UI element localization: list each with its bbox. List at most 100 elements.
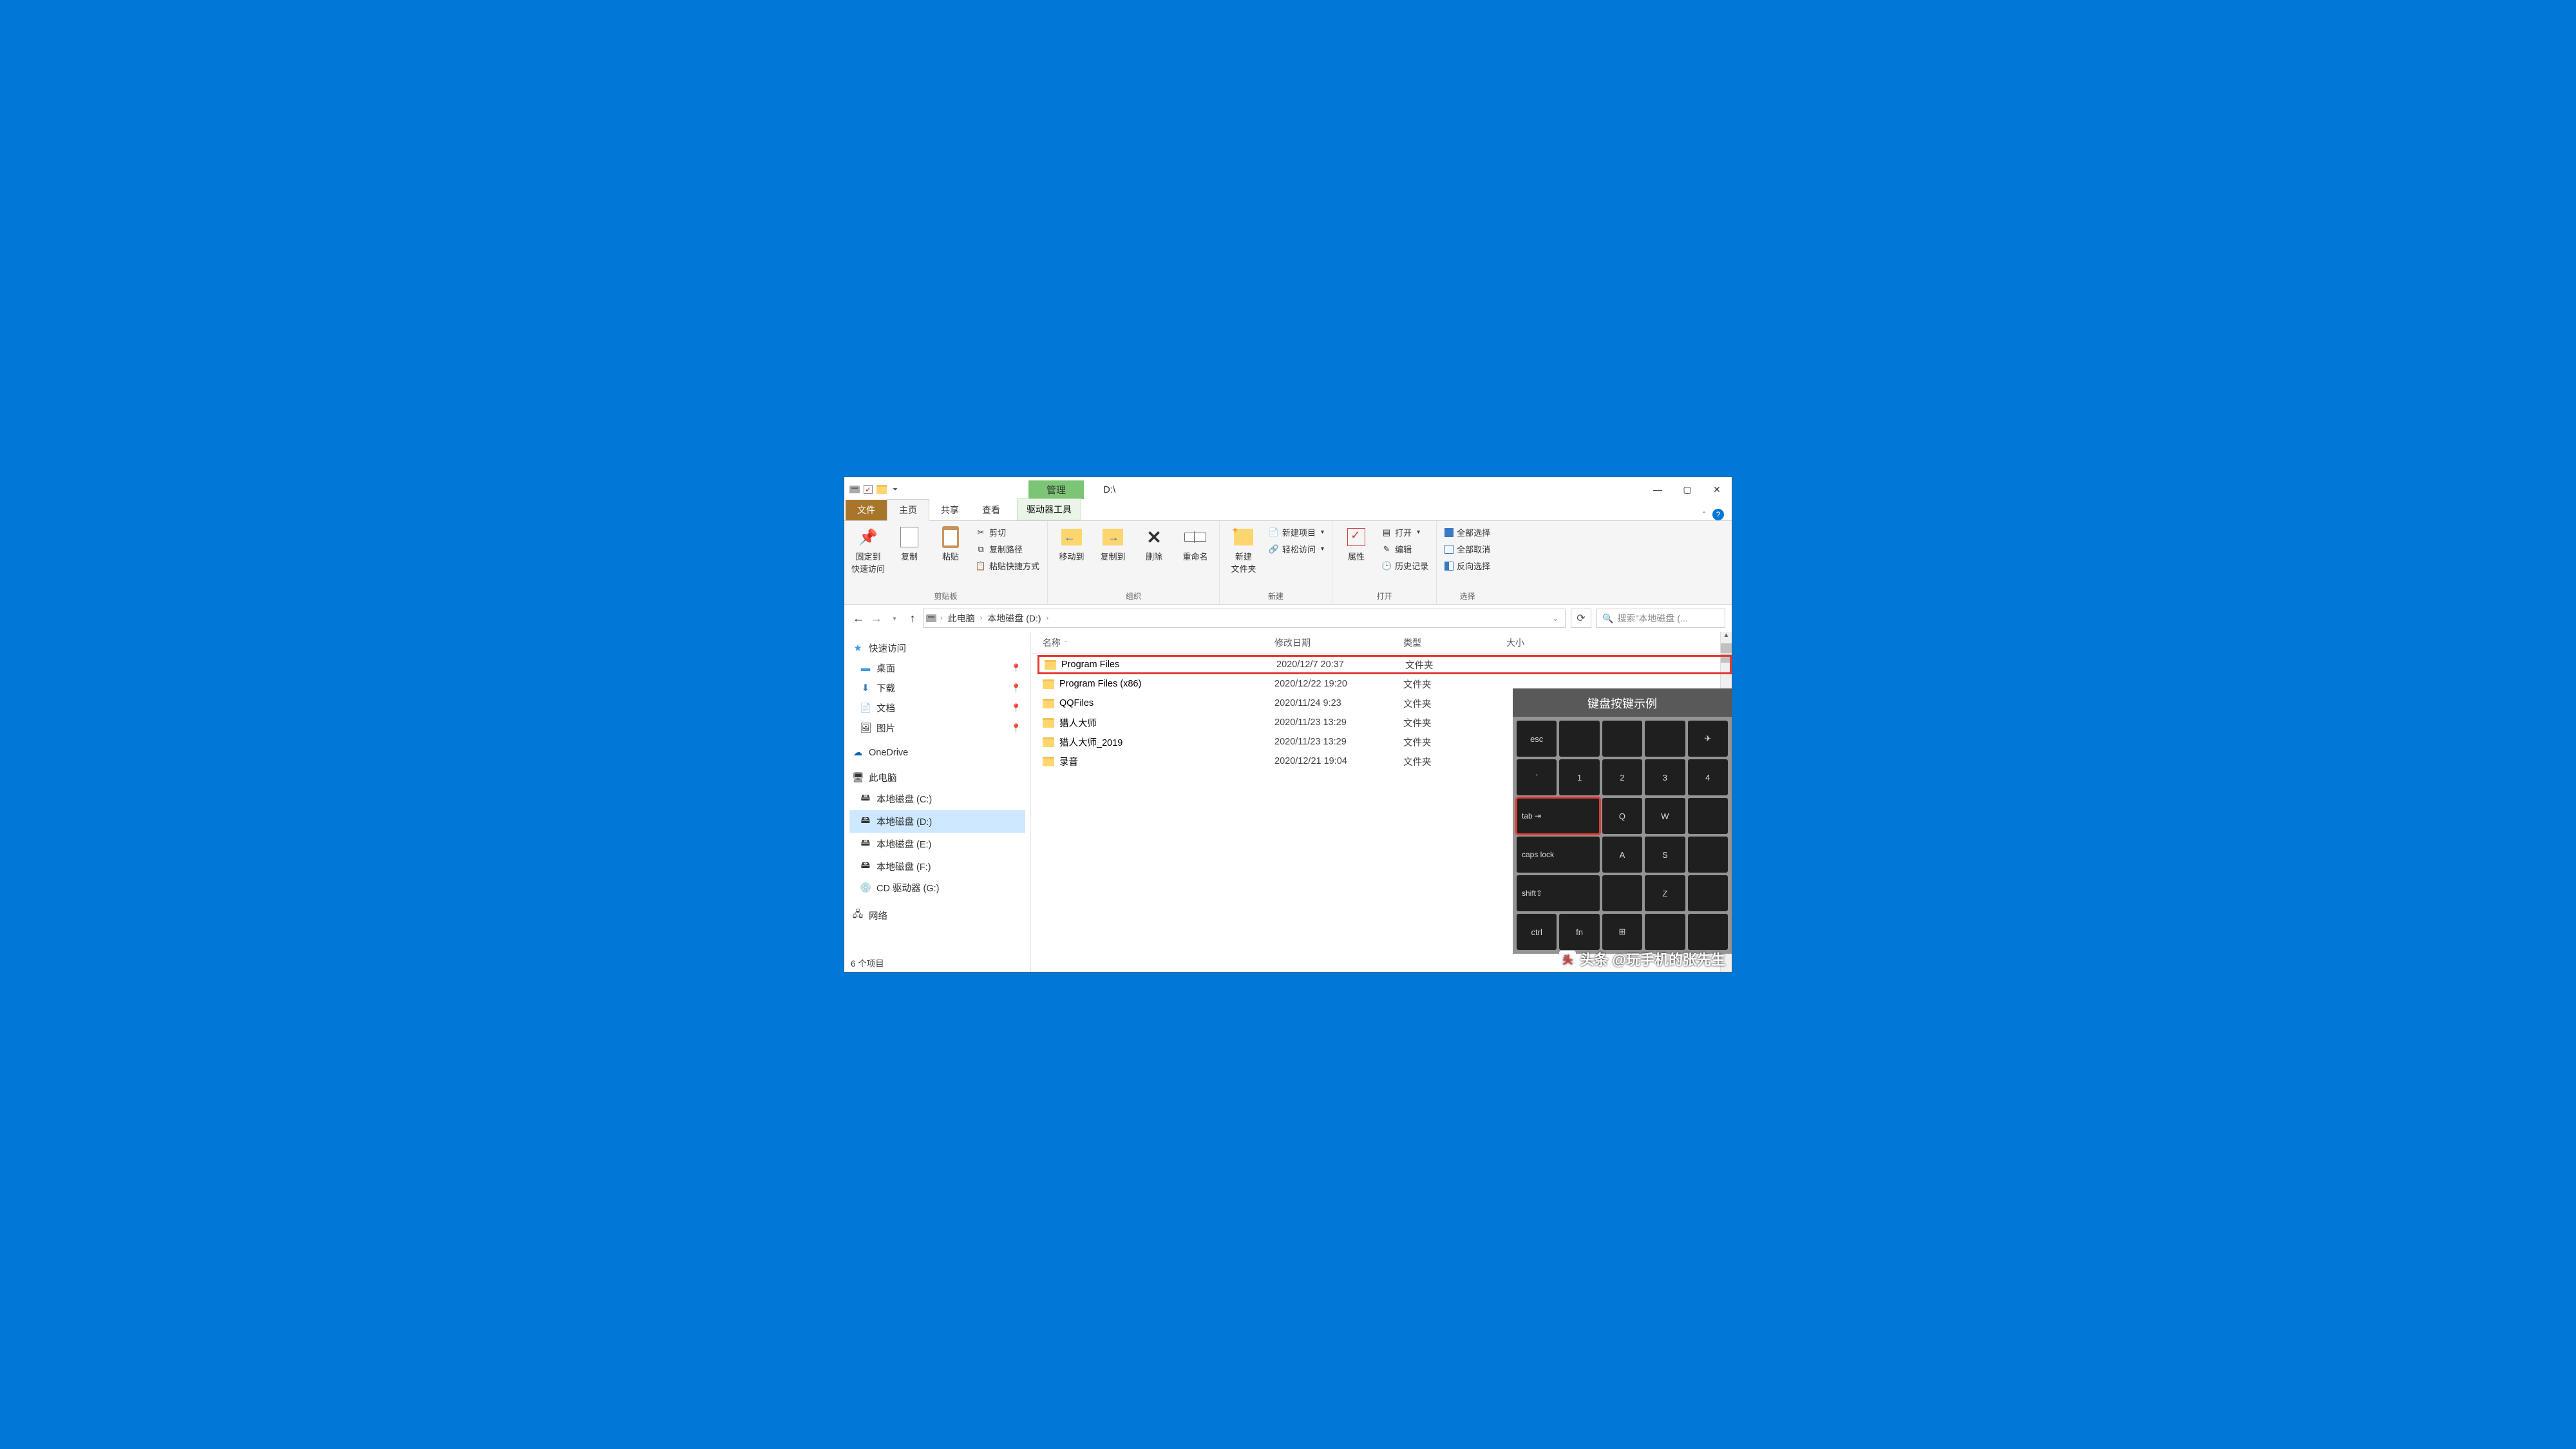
copy-to-button[interactable]: 复制到 (1094, 524, 1132, 565)
search-icon: 🔍 (1602, 613, 1613, 624)
address-dropdown-icon[interactable]: ⌄ (1552, 614, 1558, 623)
copy-button[interactable]: 复制 (891, 524, 928, 565)
file-row[interactable]: Program Files2020/12/7 20:37文件夹 (1037, 655, 1732, 674)
address-bar: ← → ▾ ↑ › 此电脑 › 本地磁盘 (D:) › ⌄ ⟳ 🔍 搜索"本地磁… (844, 605, 1732, 632)
pin-icon: 📍 (1011, 663, 1021, 674)
select-all-button[interactable]: 全部选择 (1442, 525, 1493, 540)
select-none-button[interactable]: 全部取消 (1442, 542, 1493, 556)
cut-button[interactable]: ✂剪切 (973, 525, 1042, 540)
new-item-button[interactable]: 📄新建项目▾ (1266, 525, 1327, 540)
sidebar-desktop[interactable]: ▬桌面📍 (849, 658, 1025, 678)
new-folder-button[interactable]: 新建 文件夹 (1225, 524, 1262, 577)
pin-icon: 📍 (1011, 683, 1021, 694)
qat-dropdown-icon[interactable]: ⏷ (891, 486, 900, 493)
header-name[interactable]: 名称ˆ (1043, 636, 1274, 649)
quick-access-toolbar: ✓ ⏷ (844, 484, 900, 495)
folder-icon (876, 484, 887, 495)
up-button[interactable]: ↑ (905, 612, 920, 625)
toutiao-icon: 头 (1559, 951, 1576, 967)
drive-icon (926, 613, 936, 623)
close-button[interactable]: ✕ (1702, 477, 1732, 502)
properties-button[interactable]: 属性 (1338, 524, 1375, 565)
maximize-button[interactable]: ▢ (1672, 477, 1702, 502)
tab-view[interactable]: 查看 (971, 500, 1012, 520)
ribbon-tabs: 文件 主页 共享 查看 驱动器工具 ⌃ ? (844, 502, 1732, 521)
recent-dropdown-icon[interactable]: ▾ (887, 614, 902, 623)
folder-icon (1043, 737, 1054, 747)
help-icon[interactable]: ? (1712, 509, 1724, 520)
pin-icon: 📍 (1011, 703, 1021, 714)
sidebar-onedrive[interactable]: ☁OneDrive (849, 744, 1025, 761)
open-button[interactable]: ▤打开▾ (1379, 525, 1431, 540)
move-to-button[interactable]: 移动到 (1053, 524, 1090, 565)
contextual-tab-manage[interactable]: 管理 (1028, 480, 1084, 499)
sidebar-downloads[interactable]: ⬇下载📍 (849, 678, 1025, 698)
sidebar-drive-e[interactable]: 🖴本地磁盘 (E:) (849, 833, 1025, 855)
back-button[interactable]: ← (851, 612, 866, 625)
folder-icon (1043, 718, 1054, 728)
delete-button[interactable]: ✕删除 (1135, 524, 1173, 565)
keyboard-image: esc✈ `1234 tab ⇥QW caps lockAS shift⇧Z c… (1513, 717, 1732, 954)
tab-key-highlighted: tab ⇥ (1517, 798, 1600, 834)
header-size[interactable]: 大小 (1506, 636, 1571, 649)
breadcrumb[interactable]: › 此电脑 › 本地磁盘 (D:) › ⌄ (923, 609, 1566, 628)
tab-home[interactable]: 主页 (887, 499, 929, 521)
tab-drive-tools[interactable]: 驱动器工具 (1017, 498, 1081, 520)
pin-quick-access-button[interactable]: 📌固定到 快速访问 (849, 524, 887, 577)
folder-icon (1045, 660, 1056, 670)
status-bar: 6 个项目 (844, 954, 891, 972)
sidebar-cd-g[interactable]: 💿CD 驱动器 (G:) (849, 878, 1025, 898)
file-list-pane: ▲ 名称ˆ 修改日期 类型 大小 Program Files2020/12/7 … (1031, 632, 1732, 972)
forward-button[interactable]: → (869, 612, 884, 625)
ribbon: 📌固定到 快速访问 复制 粘贴 ✂剪切 ⧉复制路径 📋粘贴快捷方式 剪贴板 移动… (844, 521, 1732, 605)
paste-button[interactable]: 粘贴 (932, 524, 969, 565)
minimize-button[interactable]: — (1643, 477, 1672, 502)
keyboard-title: 键盘按键示例 (1513, 695, 1732, 712)
invert-selection-button[interactable]: 反向选择 (1442, 558, 1493, 573)
group-open-label: 打开 (1338, 589, 1431, 603)
history-button[interactable]: 🕑历史记录 (1379, 558, 1431, 573)
edit-button[interactable]: ✎编辑 (1379, 542, 1431, 556)
group-clipboard-label: 剪贴板 (849, 589, 1042, 603)
sidebar-drive-c[interactable]: 🖴本地磁盘 (C:) (849, 788, 1025, 810)
tab-file[interactable]: 文件 (846, 500, 887, 520)
sidebar-pictures[interactable]: 🖼图片📍 (849, 718, 1025, 738)
header-type[interactable]: 类型 (1403, 636, 1506, 649)
sidebar-drive-f[interactable]: 🖴本地磁盘 (F:) (849, 855, 1025, 878)
folder-icon (1043, 699, 1054, 708)
group-new-label: 新建 (1225, 589, 1327, 603)
group-organize-label: 组织 (1053, 589, 1214, 603)
drive-icon (849, 484, 860, 495)
titlebar: ✓ ⏷ 管理 D:\ — ▢ ✕ (844, 477, 1732, 502)
column-headers: 名称ˆ 修改日期 类型 大小 (1031, 632, 1732, 654)
copy-path-button[interactable]: ⧉复制路径 (973, 542, 1042, 556)
window-controls: — ▢ ✕ (1643, 477, 1732, 502)
sidebar-drive-d[interactable]: 🖴本地磁盘 (D:) (849, 810, 1025, 833)
pin-icon: 📍 (1011, 723, 1021, 734)
paste-shortcut-button[interactable]: 📋粘贴快捷方式 (973, 558, 1042, 573)
crumb-this-pc[interactable]: 此电脑 (947, 612, 976, 625)
header-date[interactable]: 修改日期 (1274, 636, 1403, 649)
folder-icon (1043, 757, 1054, 766)
sidebar-documents[interactable]: 📄文档📍 (849, 698, 1025, 718)
sort-indicator-icon: ˆ (1065, 641, 1066, 648)
refresh-button[interactable]: ⟳ (1571, 609, 1591, 628)
sidebar-network[interactable]: 🖧网络 (849, 904, 1025, 927)
folder-icon (1043, 679, 1054, 689)
watermark: 头 头条 @玩手机的张先生 (1559, 949, 1725, 969)
group-select-label: 选择 (1442, 589, 1493, 603)
navigation-pane: ★快速访问 ▬桌面📍 ⬇下载📍 📄文档📍 🖼图片📍 ☁OneDrive 🖥此电脑… (844, 632, 1031, 972)
search-input[interactable]: 🔍 搜索"本地磁盘 (... (1596, 609, 1725, 628)
window-title: D:\ (1103, 484, 1115, 495)
sidebar-this-pc[interactable]: 🖥此电脑 (849, 768, 1025, 788)
crumb-drive-d[interactable]: 本地磁盘 (D:) (986, 612, 1042, 625)
file-explorer-window: ✓ ⏷ 管理 D:\ — ▢ ✕ 文件 主页 共享 查看 驱动器工具 ⌃ ? 📌… (844, 477, 1732, 972)
sidebar-quick-access[interactable]: ★快速访问 (849, 638, 1025, 658)
qat-checkbox-icon[interactable]: ✓ (864, 485, 873, 494)
keyboard-example-overlay: 键盘按键示例 esc✈ `1234 tab ⇥QW caps lockAS sh… (1513, 688, 1732, 954)
minimize-ribbon-icon[interactable]: ⌃ (1701, 510, 1707, 519)
tab-share[interactable]: 共享 (929, 500, 971, 520)
body: ★快速访问 ▬桌面📍 ⬇下载📍 📄文档📍 🖼图片📍 ☁OneDrive 🖥此电脑… (844, 632, 1732, 972)
rename-button[interactable]: 重命名 (1177, 524, 1214, 565)
easy-access-button[interactable]: 🔗轻松访问▾ (1266, 542, 1327, 556)
